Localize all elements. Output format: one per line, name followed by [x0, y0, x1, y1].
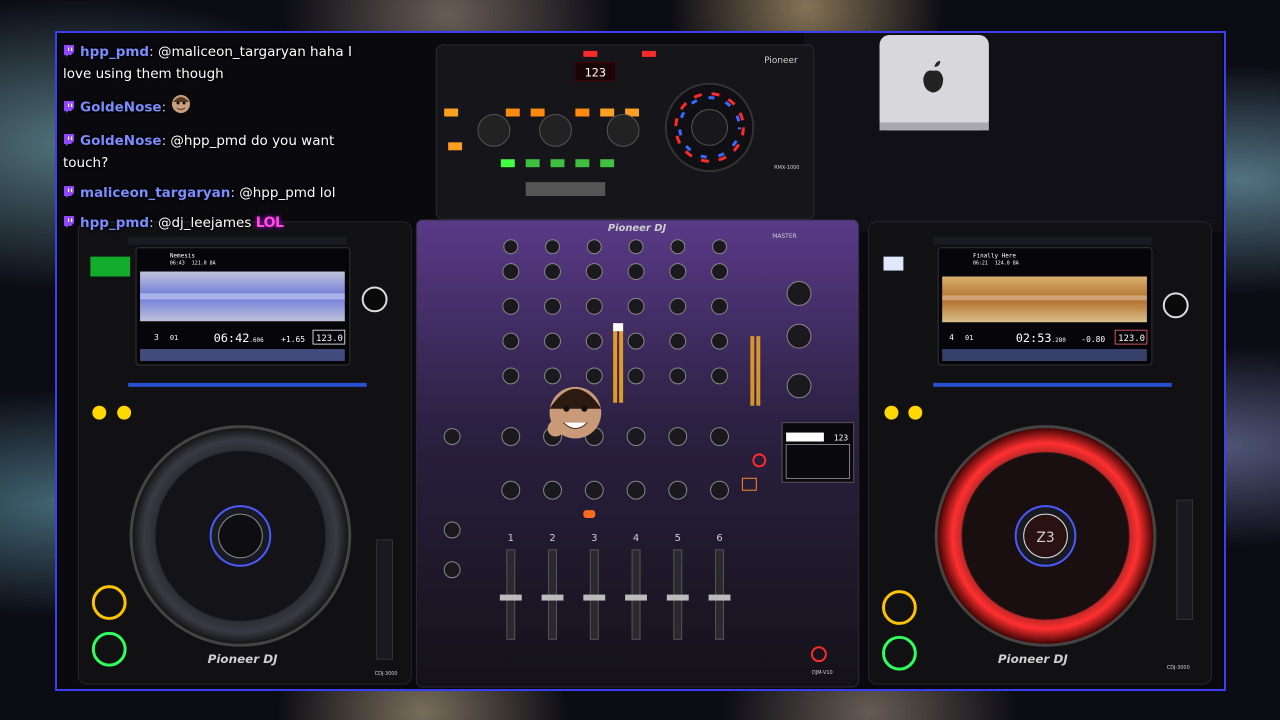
chat-text: @dj_leejames [157, 215, 252, 231]
stream-frame: 123 Pioneer RMX-1000 Nemesis 06:43 121.0… [55, 31, 1226, 691]
left-remaining-ms: .606 [249, 337, 264, 344]
left-remaining: 06:42 [214, 331, 250, 345]
left-model: CDJ-3000 [375, 671, 398, 677]
chat-message: maliceon_targaryan: @hpp_pmd lol [63, 182, 363, 204]
twitch-icon [63, 100, 75, 113]
mixer: Pioneer DJ MASTER 1 2 3 4 5 6 SHIMMER 12… [415, 219, 860, 688]
channel-1: 1 [508, 533, 514, 544]
channel-3: 3 [591, 533, 597, 544]
mixer-brand-top: Pioneer DJ [608, 223, 667, 234]
left-deck-num: 3 [154, 333, 159, 342]
beat-fx-bpm: 123 [834, 434, 849, 443]
chat-username[interactable]: hpp_pmd [80, 215, 149, 231]
master-label: MASTER [772, 233, 797, 240]
right-bpm: 123.0 [1118, 334, 1145, 344]
chat-overlay: hpp_pmd: @maliceon_targaryan haha I love… [63, 41, 363, 242]
chat-message: GoldeNose: @hpp_pmd do you want touch? [63, 133, 335, 171]
right-jog-logo: Z3 [1036, 530, 1054, 546]
chat-username[interactable]: maliceon_targaryan [80, 185, 230, 201]
right-time-total: 06:21 [973, 261, 988, 267]
channel-4: 4 [633, 533, 639, 544]
left-time-total: 06:43 [170, 261, 185, 267]
chat-message: hpp_pmd: @dj_leejames LOL [63, 212, 363, 234]
right-model: CDJ-3000 [1167, 665, 1190, 671]
beat-fx-name: SHIMMER [788, 434, 818, 442]
channel-5: 5 [675, 533, 681, 544]
left-key: 8A [210, 261, 216, 267]
face-emote-icon [170, 93, 192, 122]
mac-mini [879, 34, 989, 131]
chat-message: hpp_pmd: @maliceon_targaryan haha I love… [63, 44, 352, 82]
right-pitch: -0.80 [1081, 335, 1105, 344]
left-brand: Pioneer DJ [208, 652, 279, 666]
channel-6: 6 [716, 533, 722, 544]
right-key: 8A [1013, 261, 1019, 267]
channel-2: 2 [549, 533, 555, 544]
twitch-icon [63, 216, 75, 228]
chat-message: GoldeNose: [63, 93, 363, 122]
left-track-num: 01 [170, 334, 178, 342]
chat-username[interactable]: GoldeNose [80, 100, 162, 116]
rmx-bpm: 123 [585, 66, 607, 80]
twitch-icon [63, 134, 75, 146]
right-deck-num: 4 [949, 333, 954, 342]
right-remaining: 02:53 [1016, 331, 1052, 345]
deck-left: Nemesis 06:43 121.0 8A 3 01 06:42 .606 +… [77, 221, 412, 685]
left-bpm: 123.0 [316, 334, 343, 344]
rmx-1000: 123 Pioneer RMX-1000 [435, 44, 815, 220]
right-track: Finally Here [973, 253, 1016, 260]
chat-text: @hpp_pmd lol [239, 185, 336, 201]
chat-username[interactable]: GoldeNose [80, 133, 162, 149]
right-remaining-ms: .280 [1051, 337, 1066, 344]
rmx-brand: Pioneer [764, 56, 798, 66]
twitch-icon [63, 186, 75, 198]
left-pitch: +1.65 [281, 335, 305, 344]
right-brand: Pioneer DJ [998, 652, 1069, 666]
deck-right: Finally Here 06:21 124.0 8A 4 01 02:53 .… [868, 221, 1213, 685]
chat-username[interactable]: hpp_pmd [80, 44, 149, 60]
mixer-model: DJM-V10 [812, 670, 833, 676]
right-bpm-small: 124.0 [995, 261, 1010, 267]
rmx-model: RMX-1000 [774, 165, 799, 171]
twitch-icon [63, 45, 75, 57]
right-track-num: 01 [965, 334, 973, 342]
left-bpm-small: 121.0 [192, 261, 207, 267]
lol-emote: LOL [255, 215, 284, 231]
left-track: Nemesis [170, 253, 195, 260]
